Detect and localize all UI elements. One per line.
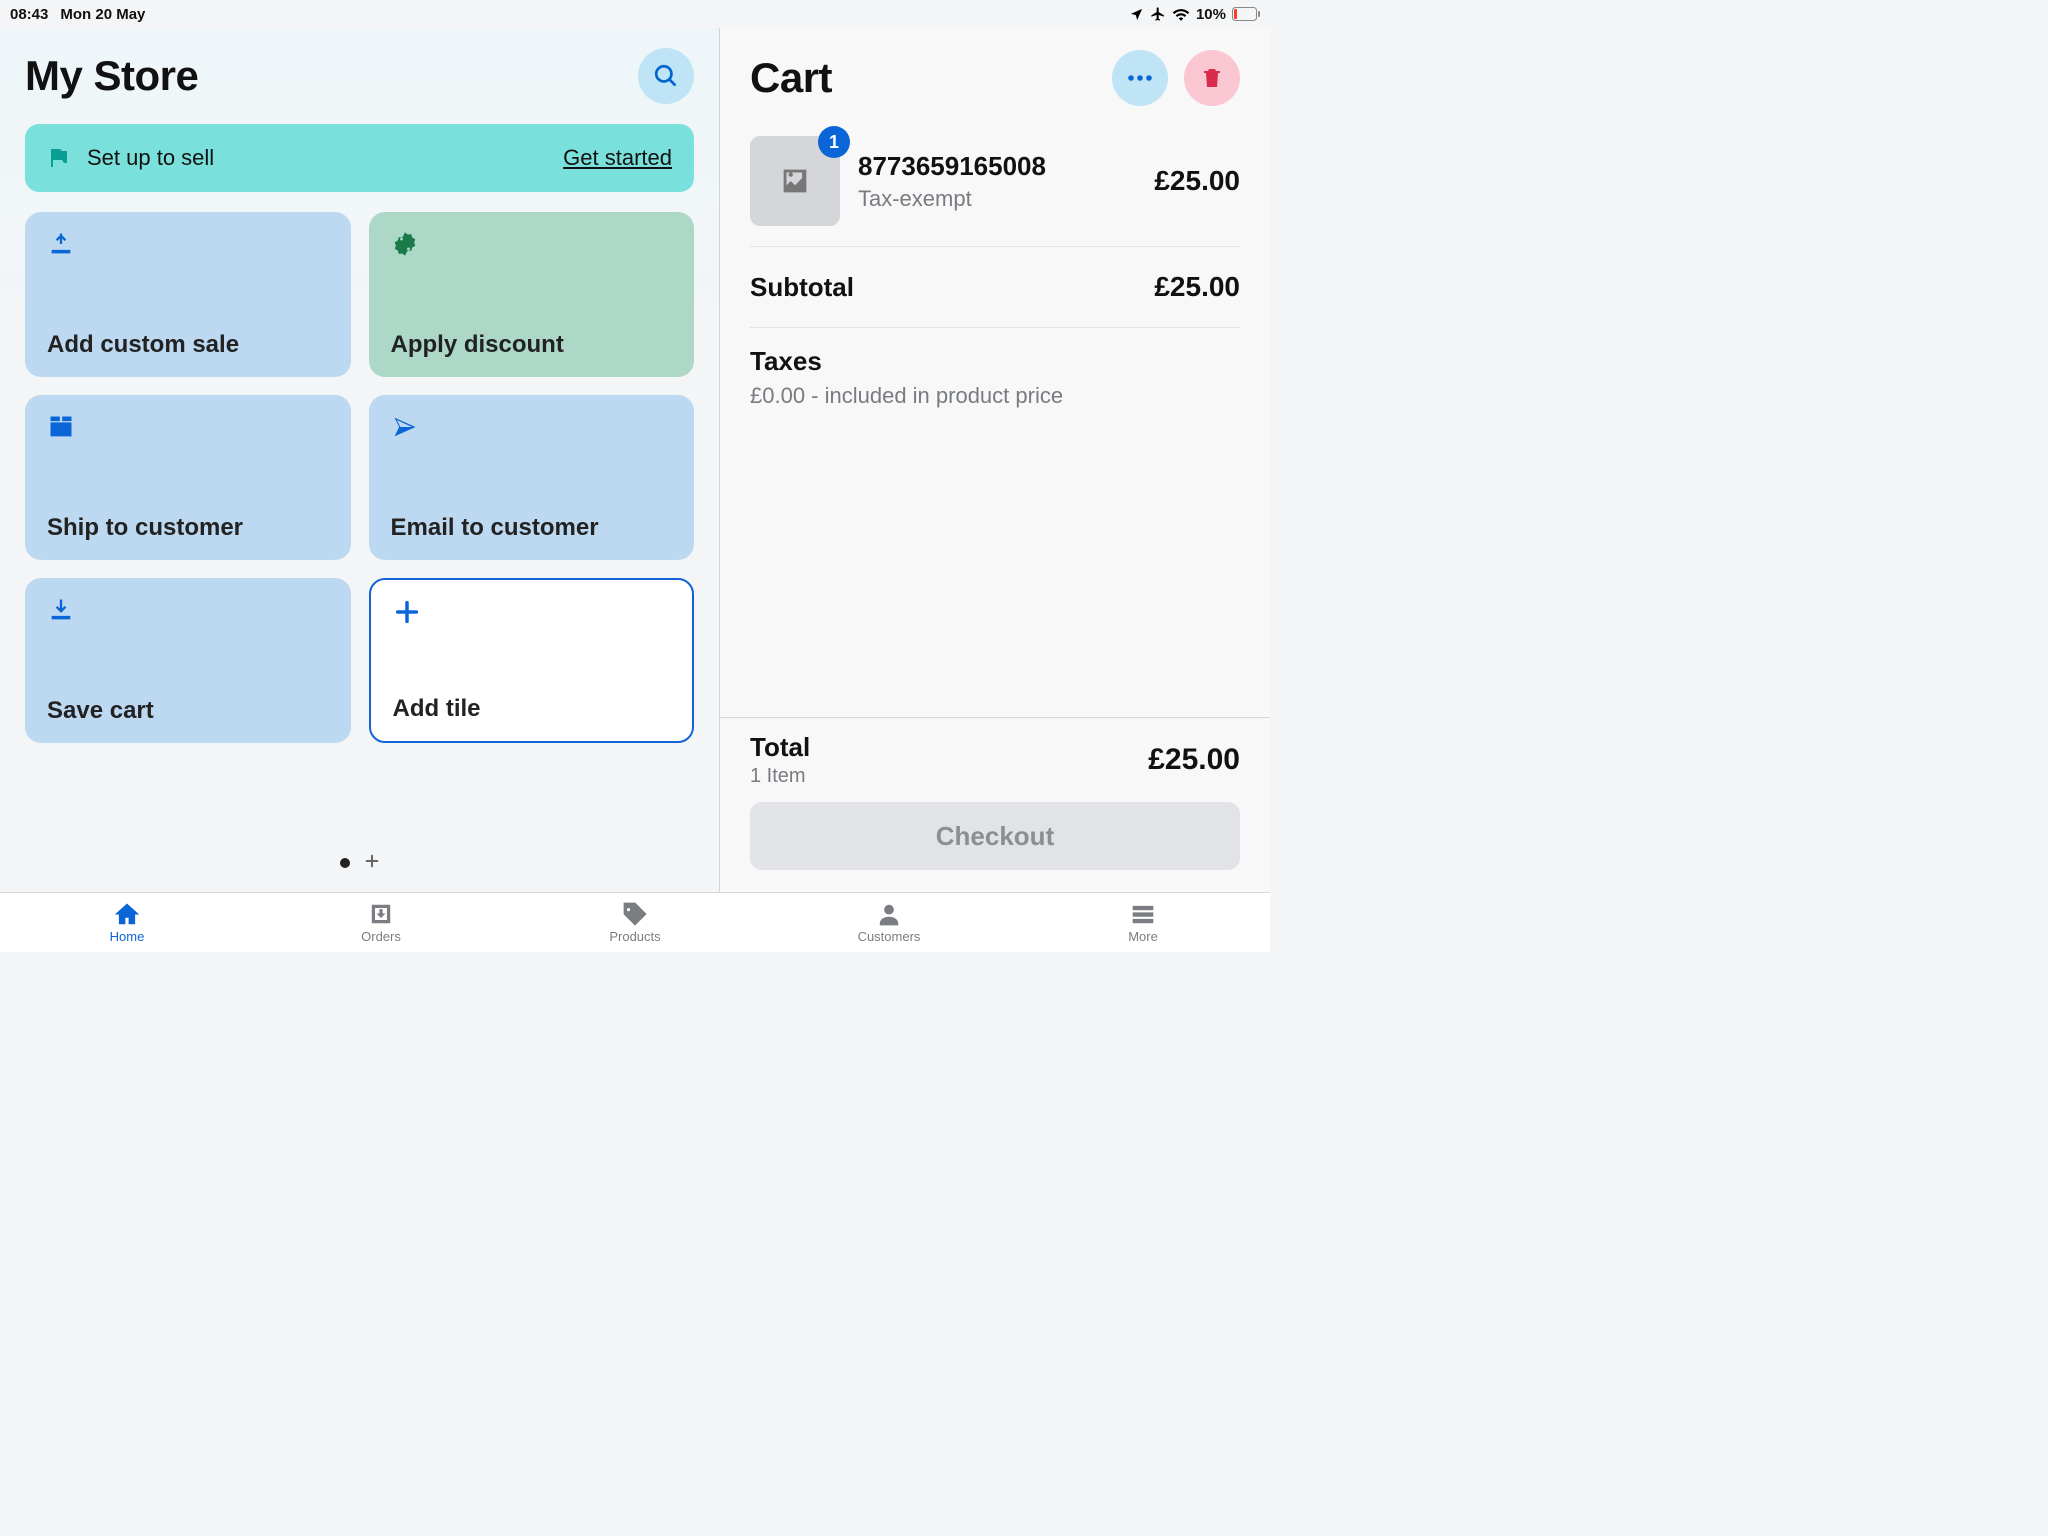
tab-label: Products <box>609 929 660 944</box>
taxes-subtext: £0.00 - included in product price <box>750 383 1240 409</box>
inbox-download-icon <box>368 901 394 927</box>
apply-discount-tile[interactable]: Apply discount <box>369 212 695 377</box>
taxes-label: Taxes <box>750 346 1240 377</box>
tile-label: Add custom sale <box>47 331 329 359</box>
cart-taxes-row: Taxes £0.00 - included in product price <box>750 328 1240 427</box>
search-button[interactable] <box>638 48 694 104</box>
setup-banner[interactable]: Set up to sell Get started <box>25 124 694 192</box>
ship-to-customer-tile[interactable]: Ship to customer <box>25 395 351 560</box>
total-item-count: 1 Item <box>750 765 810 788</box>
tab-label: Customers <box>858 929 921 944</box>
email-to-customer-tile[interactable]: Email to customer <box>369 395 695 560</box>
add-page-button[interactable] <box>364 853 380 872</box>
image-placeholder-icon <box>778 164 812 198</box>
tab-more[interactable]: More <box>1083 901 1203 944</box>
total-label: Total <box>750 732 810 763</box>
store-title: My Store <box>25 52 198 100</box>
tile-label: Email to customer <box>391 514 673 542</box>
cart-item-row[interactable]: 1 8773659165008 Tax-exempt £25.00 <box>750 124 1240 247</box>
tag-icon <box>622 901 648 927</box>
tab-products[interactable]: Products <box>575 901 695 944</box>
add-custom-sale-tile[interactable]: Add custom sale <box>25 212 351 377</box>
tab-bar: Home Orders Products Customers More <box>0 892 1270 952</box>
package-icon <box>47 413 75 441</box>
trash-icon <box>1200 66 1224 90</box>
setup-label: Set up to sell <box>87 145 214 171</box>
search-icon <box>653 63 679 89</box>
tile-label: Add tile <box>393 695 671 723</box>
discount-badge-icon <box>391 230 419 258</box>
tab-customers[interactable]: Customers <box>829 901 949 944</box>
cart-pane: Cart 1 8773659165008 Tax-exempt <box>720 28 1270 892</box>
location-icon <box>1129 7 1144 22</box>
battery-icon <box>1232 7 1260 21</box>
person-icon <box>876 901 902 927</box>
status-time: 08:43 <box>10 6 48 23</box>
menu-icon <box>1130 901 1156 927</box>
cart-item-thumbnail: 1 <box>750 136 840 226</box>
cart-title: Cart <box>750 54 832 102</box>
home-icon <box>114 901 140 927</box>
plus-icon <box>393 598 421 626</box>
cart-subtotal-row: Subtotal £25.00 <box>750 247 1240 328</box>
tab-label: Home <box>110 929 145 944</box>
more-horizontal-icon <box>1126 73 1154 83</box>
tile-label: Save cart <box>47 697 329 725</box>
status-date: Mon 20 May <box>60 6 145 23</box>
send-icon <box>391 413 419 441</box>
cart-footer: Total 1 Item £25.00 Checkout <box>720 717 1270 892</box>
download-icon <box>47 596 75 624</box>
flag-icon <box>47 146 71 170</box>
save-cart-tile[interactable]: Save cart <box>25 578 351 743</box>
page-dot-current <box>340 858 350 868</box>
total-value: £25.00 <box>1148 743 1240 777</box>
subtotal-value: £25.00 <box>1154 271 1240 303</box>
cart-item-subtext: Tax-exempt <box>858 186 1136 212</box>
cart-delete-button[interactable] <box>1184 50 1240 106</box>
tab-label: Orders <box>361 929 401 944</box>
cart-more-button[interactable] <box>1112 50 1168 106</box>
status-right: 10% <box>1129 6 1260 23</box>
battery-percent: 10% <box>1196 6 1226 23</box>
subtotal-label: Subtotal <box>750 272 854 303</box>
status-bar: 08:43 Mon 20 May 10% <box>0 0 1270 28</box>
upload-icon <box>47 230 75 258</box>
cart-item-qty-badge: 1 <box>818 126 850 158</box>
cart-item-name: 8773659165008 <box>858 151 1136 182</box>
setup-get-started-link[interactable]: Get started <box>563 145 672 171</box>
tile-label: Apply discount <box>391 331 673 359</box>
airplane-icon <box>1150 6 1166 22</box>
add-tile-button[interactable]: Add tile <box>369 578 695 743</box>
tab-orders[interactable]: Orders <box>321 901 441 944</box>
tab-home[interactable]: Home <box>67 901 187 944</box>
tile-label: Ship to customer <box>47 514 329 542</box>
cart-item-price: £25.00 <box>1154 165 1240 197</box>
page-indicator <box>25 833 694 882</box>
wifi-icon <box>1172 7 1190 21</box>
checkout-button[interactable]: Checkout <box>750 802 1240 870</box>
store-pane: My Store Set up to sell Get started Add … <box>0 28 720 892</box>
plus-small-icon <box>364 853 380 869</box>
tab-label: More <box>1128 929 1158 944</box>
